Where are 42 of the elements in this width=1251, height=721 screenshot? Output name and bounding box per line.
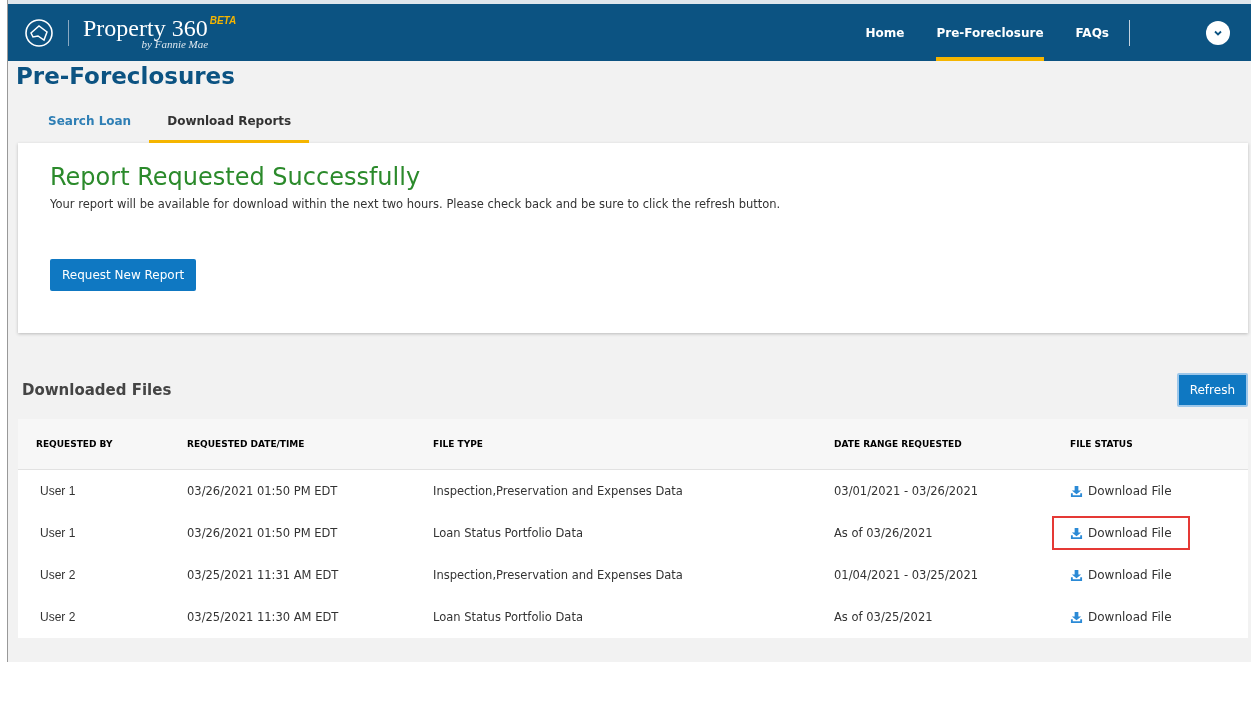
section-heading: Downloaded Files: [22, 381, 172, 399]
table-cell-text: User 2: [39, 610, 77, 624]
column-header: FILE TYPE: [433, 439, 484, 449]
download-link[interactable]: Download File: [1052, 558, 1190, 592]
table-cell-text: User 2: [39, 568, 77, 582]
nav-link[interactable]: FAQs: [1075, 4, 1109, 61]
table-cell-text: 01/04/2021 - 03/25/2021: [834, 568, 980, 582]
table-cell-text: Inspection,Preservation and Expenses Data: [433, 568, 684, 582]
nav-link[interactable]: Pre-Foreclosure: [936, 4, 1044, 61]
account-menu-button[interactable]: [1206, 20, 1230, 45]
table-cell-text: 03/01/2021 - 03/26/2021: [834, 484, 980, 498]
download-icon: [1070, 568, 1083, 582]
success-heading: Report Requested Successfully: [50, 163, 422, 191]
column-header: REQUESTED DATE/TIME: [187, 439, 306, 449]
table-cell-text: Loan Status Portfolio Data: [433, 526, 584, 540]
table-cell-text: Loan Status Portfolio Data: [433, 610, 584, 624]
table-cell-text: 03/26/2021 01:50 PM EDT: [187, 526, 339, 540]
refresh-button[interactable]: Refresh: [1176, 373, 1248, 407]
column-header: DATE RANGE REQUESTED: [834, 439, 963, 449]
table-cell-text: Inspection,Preservation and Expenses Data: [433, 484, 684, 498]
table-cell-text: 03/26/2021 01:50 PM EDT: [187, 484, 339, 498]
download-icon: [1070, 484, 1083, 498]
download-link[interactable]: Download File: [1052, 516, 1190, 550]
notice-message: Your report will be available for download within the next two hours. Please check back and be sure to click the refresh button.: [50, 197, 782, 211]
column-header: REQUESTED BY: [36, 439, 114, 449]
table-cell-text: User 1: [39, 526, 77, 540]
table-cell-text: As of 03/26/2021: [834, 526, 934, 540]
beta-label: BETA: [209, 15, 237, 26]
request-new-report-button[interactable]: Request New Report: [50, 259, 197, 291]
table-cell-text: As of 03/25/2021: [834, 610, 934, 624]
nav-link[interactable]: Home: [865, 4, 905, 61]
column-header: FILE STATUS: [1070, 439, 1134, 449]
download-icon: [1070, 610, 1083, 624]
download-link[interactable]: Download File: [1052, 474, 1190, 508]
page-title: Pre-Foreclosures: [16, 63, 236, 89]
table-cell-text: User 1: [39, 484, 77, 498]
tab[interactable]: Search Loan: [30, 105, 150, 143]
table-cell-text: 03/25/2021 11:30 AM EDT: [187, 610, 340, 624]
download-link[interactable]: Download File: [1052, 600, 1190, 634]
table-cell-text: 03/25/2021 11:31 AM EDT: [187, 568, 340, 582]
house-logo-icon: [24, 17, 54, 48]
download-icon: [1070, 526, 1083, 540]
